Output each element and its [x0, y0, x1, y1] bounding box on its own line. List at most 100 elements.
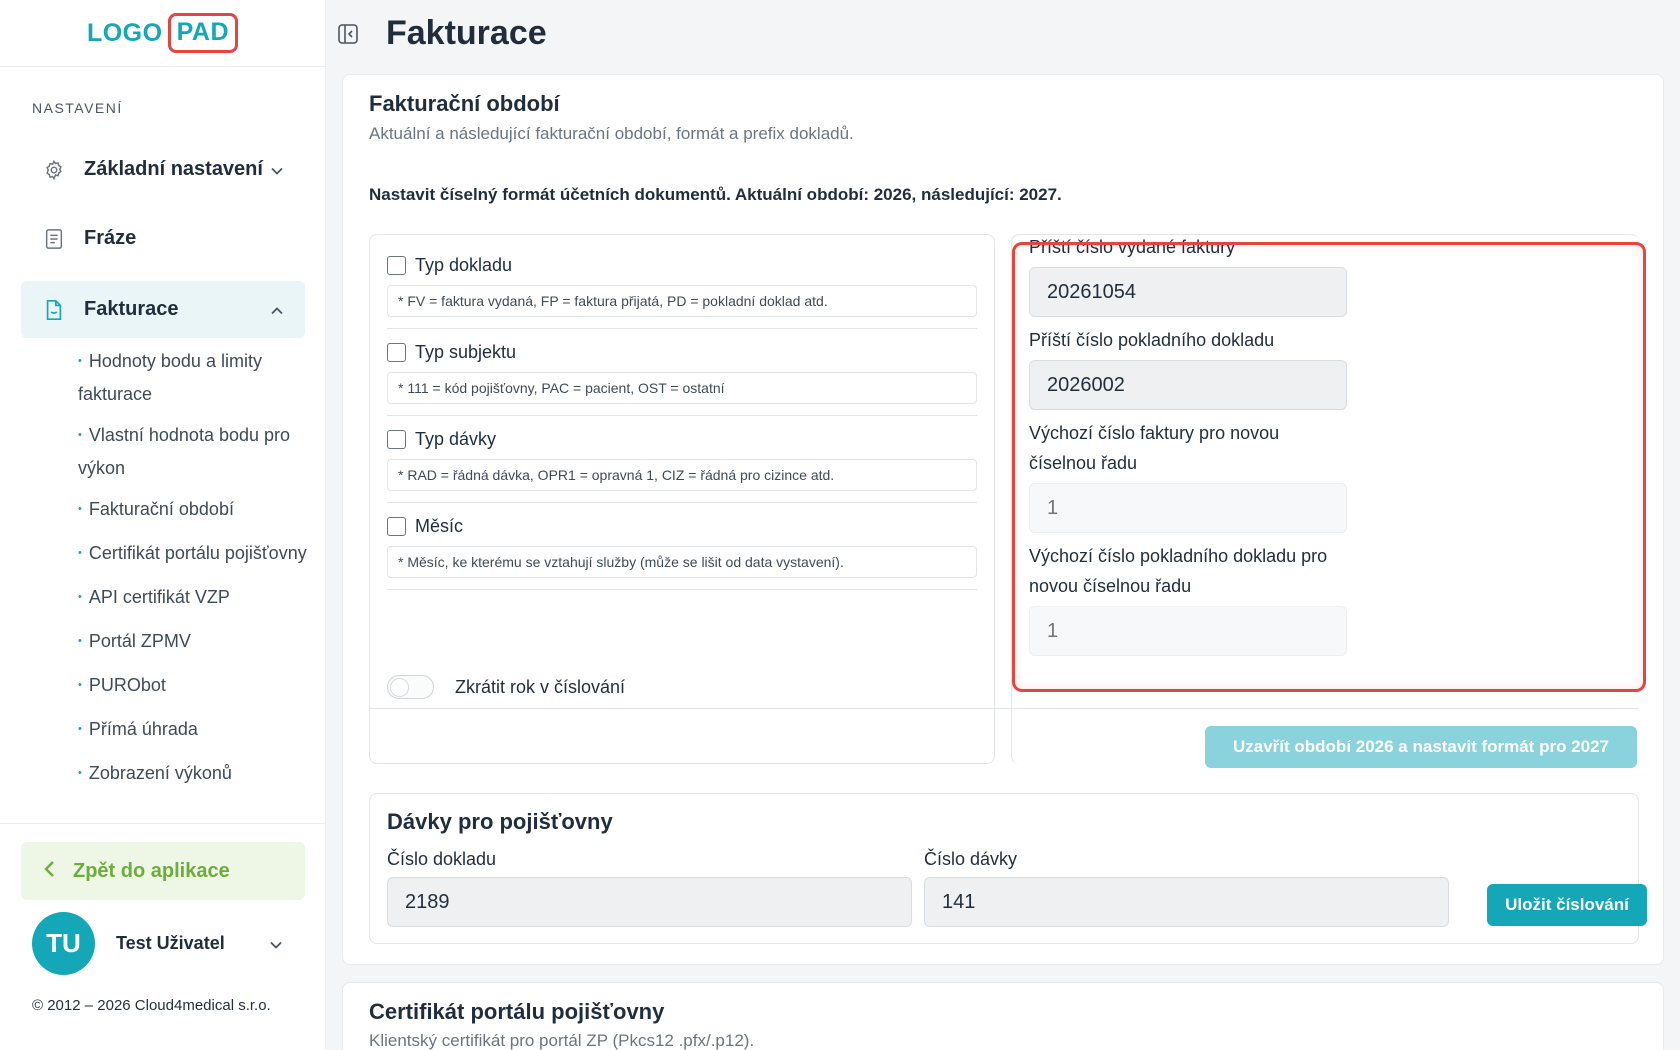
format-option-subject-type: Typ subjektu * 111 = kód pojišťovny, PAC…	[387, 339, 977, 416]
shorten-year-toggle[interactable]	[387, 675, 434, 699]
divider	[369, 708, 1639, 709]
subnav-item[interactable]: • Portál ZPMV	[78, 626, 308, 659]
billing-period-card: Fakturační období Aktuální a následující…	[342, 74, 1664, 965]
copyright: © 2012 – 2026 Cloud4medical s.r.o.	[32, 997, 271, 1014]
bullet-icon: •	[78, 503, 82, 515]
option-hint: * 111 = kód pojišťovny, PAC = pacient, O…	[387, 372, 977, 404]
field-label: Příští číslo vydané faktury	[1029, 237, 1236, 257]
subnav-item-label: Vlastní hodnota bodu pro výkon	[78, 425, 291, 478]
avatar: TU	[32, 912, 95, 975]
chevron-left-icon	[43, 858, 55, 884]
logo[interactable]: LOGO PAD	[86, 13, 239, 53]
bullet-icon: •	[78, 591, 82, 603]
subnav-item[interactable]: • PURObot	[78, 670, 308, 703]
logo-area: LOGO PAD	[0, 0, 325, 67]
doc-number-input[interactable]	[387, 877, 912, 927]
format-options-box: Typ dokladu * FV = faktura vydaná, FP = …	[369, 234, 995, 764]
subnav-item-label: Zobrazení výkonů	[88, 763, 232, 783]
section-subtitle: Aktuální a následující fakturační období…	[369, 124, 854, 143]
back-label: Zpět do aplikace	[73, 859, 230, 882]
subnav-item-label: API certifikát VZP	[88, 587, 230, 607]
field-label: Číslo dávky	[924, 849, 1018, 869]
bullet-icon: •	[78, 547, 82, 559]
next-receipt-field-group: Příští číslo pokladního dokladu	[1029, 325, 1429, 410]
subnav-item-label: Hodnoty bodu a limity fakturace	[78, 351, 262, 404]
doc-number-field-group: Číslo dokladu	[387, 849, 912, 927]
subnav-item[interactable]: • Hodnoty bodu a limity fakturace	[78, 346, 308, 409]
subnav-item[interactable]: • Přímá úhrada	[78, 714, 308, 747]
next-receipt-number-input[interactable]	[1029, 360, 1347, 410]
divider	[387, 502, 977, 503]
month-checkbox[interactable]	[387, 516, 406, 536]
format-option-month: Měsíc * Měsíc, ke kterému se vztahují sl…	[387, 513, 977, 590]
bullet-icon: •	[78, 429, 82, 441]
option-title: Měsíc	[415, 515, 464, 536]
subnav-item[interactable]: • Vlastní hodnota bodu pro výkon	[78, 420, 308, 483]
subnav-item-label: Portál ZPMV	[88, 631, 191, 651]
next-invoice-number-input[interactable]	[1029, 267, 1347, 317]
chevron-down-icon	[271, 162, 283, 178]
user-menu[interactable]: TU Test Uživatel	[32, 912, 282, 975]
topbar: Fakturace	[326, 0, 1680, 67]
field-label: číselnou řadu	[1029, 453, 1138, 473]
invoice-icon	[42, 298, 66, 322]
back-to-app-button[interactable]: Zpět do aplikace	[21, 842, 305, 900]
sidebar-item-phrases[interactable]: Fráze	[21, 210, 305, 267]
chevron-down-icon	[270, 936, 282, 952]
format-option-batch-type: Typ dávky * RAD = řádná dávka, OPR1 = op…	[387, 426, 977, 503]
shorten-year-row: Zkrátit rok v číslování	[387, 675, 625, 699]
user-name: Test Uživatel	[116, 933, 225, 953]
default-receipt-number-input[interactable]	[1029, 606, 1347, 656]
save-numbering-button[interactable]: Uložit číslování	[1487, 884, 1647, 926]
divider	[387, 589, 977, 590]
default-receipt-field-group: Výchozí číslo pokladního dokladu pro nov…	[1029, 541, 1429, 656]
subnav-item-label: Fakturační období	[88, 499, 234, 519]
field-label: novou číselnou řadu	[1029, 576, 1192, 596]
bullet-icon: •	[78, 355, 82, 367]
field-label: Příští číslo pokladního dokladu	[1029, 330, 1275, 350]
field-label: Výchozí číslo faktury pro novou	[1029, 423, 1280, 443]
format-note: Nastavit číselný formát účetních dokumen…	[369, 185, 1062, 204]
chevron-up-icon	[271, 302, 283, 318]
format-option-document-type: Typ dokladu * FV = faktura vydaná, FP = …	[387, 252, 977, 329]
batch-number-input[interactable]	[924, 877, 1449, 927]
certificate-card: Certifikát portálu pojišťovny Klientský …	[342, 982, 1664, 1050]
invoicing-subnav: • Hodnoty bodu a limity fakturace • Vlastn…	[78, 346, 308, 802]
option-hint: * RAD = řádná dávka, OPR1 = opravná 1, C…	[387, 459, 977, 491]
insurance-batches-box: Dávky pro pojišťovny Číslo dokladu Číslo…	[369, 793, 1647, 944]
sidebar-item-label: Základní nastavení	[84, 158, 263, 180]
subnav-item-label: Přímá úhrada	[88, 719, 198, 739]
subject-type-checkbox[interactable]	[387, 342, 406, 362]
sidebar-item-basic-settings[interactable]: Základní nastavení	[21, 141, 305, 198]
section-title: Certifikát portálu pojišťovny	[369, 999, 665, 1024]
logo-badge: PAD	[167, 13, 239, 53]
field-label: Výchozí číslo pokladního dokladu pro	[1029, 546, 1328, 566]
logo-text: LOGO	[86, 18, 163, 47]
option-title: Typ dávky	[415, 428, 497, 449]
bullet-icon: •	[78, 767, 82, 779]
subnav-item-label: PURObot	[88, 675, 166, 695]
section-title: Fakturační období	[369, 91, 560, 116]
subnav-item[interactable]: • Certifikát portálu pojišťovny	[78, 538, 308, 571]
next-invoice-field-group: Příští číslo vydané faktury	[1029, 232, 1429, 317]
option-title: Typ dokladu	[415, 254, 513, 275]
option-hint: * Měsíc, ke kterému se vztahují služby (…	[387, 546, 977, 578]
gear-icon	[42, 158, 66, 182]
document-type-checkbox[interactable]	[387, 255, 406, 275]
divider	[387, 415, 977, 416]
batch-type-checkbox[interactable]	[387, 429, 406, 449]
default-invoice-number-input[interactable]	[1029, 483, 1347, 533]
sidebar-item-invoicing[interactable]: Fakturace	[21, 281, 305, 338]
sidebar-toggle-icon[interactable]	[336, 22, 360, 46]
subnav-item[interactable]: • Zobrazení výkonů	[78, 758, 308, 791]
document-icon	[42, 227, 66, 251]
sidebar: LOGO PAD NASTAVENÍ Základní nastavení Fr…	[0, 0, 326, 1050]
section-subtitle: Klientský certifikát pro portál ZP (Pkcs…	[369, 1031, 755, 1050]
close-period-button[interactable]: Uzavřít období 2026 a nastavit formát pr…	[1205, 726, 1637, 768]
subnav-item[interactable]: • Fakturační období	[78, 494, 308, 527]
sidebar-divider	[0, 823, 326, 824]
subnav-item[interactable]: • API certifikát VZP	[78, 582, 308, 615]
section-label: NASTAVENÍ	[32, 100, 123, 116]
bullet-icon: •	[78, 723, 82, 735]
page-title: Fakturace	[386, 14, 547, 52]
